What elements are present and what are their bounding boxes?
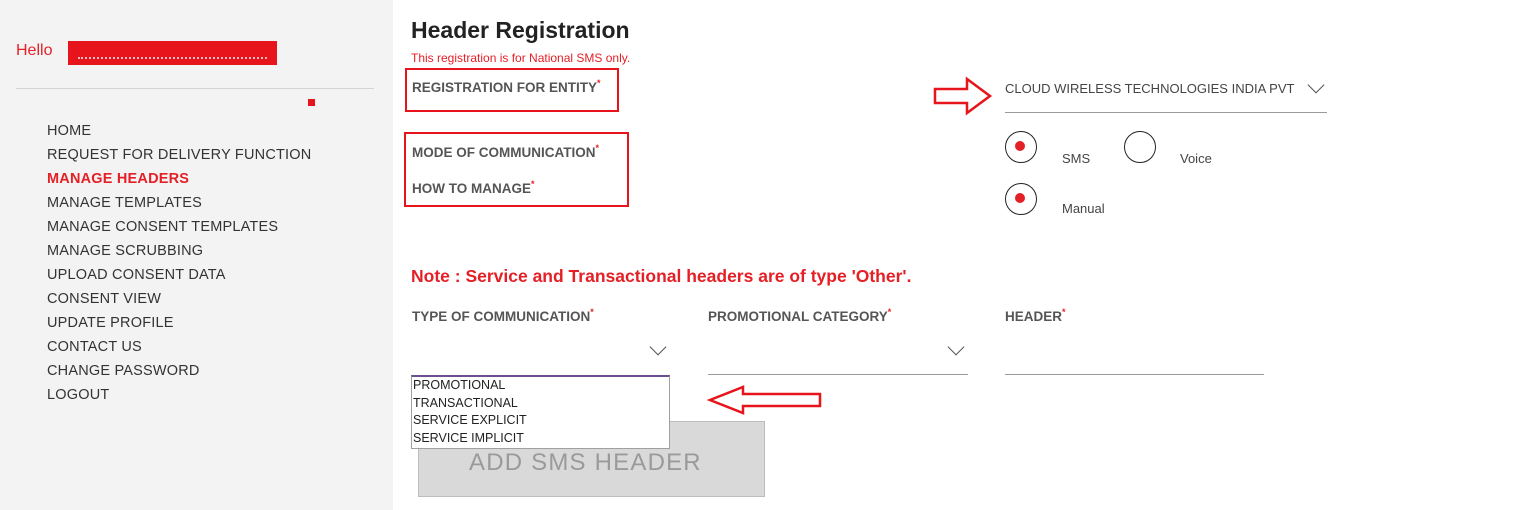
mode-label: MODE OF COMMUNICATION*: [412, 143, 599, 160]
mode-label-text: MODE OF COMMUNICATION: [412, 145, 596, 160]
required-mark: *: [531, 179, 535, 189]
greeting: Hello: [16, 42, 53, 59]
required-mark: *: [590, 307, 594, 317]
manage-label-text: HOW TO MANAGE: [412, 181, 531, 196]
sidebar-nav: HOME REQUEST FOR DELIVERY FUNCTION MANAG…: [47, 119, 311, 407]
sidebar: Hello HOME REQUEST FOR DELIVERY FUNCTION…: [0, 0, 393, 510]
promotional-category-select[interactable]: [708, 335, 968, 375]
type-of-communication-label: TYPE OF COMMUNICATION*: [412, 307, 594, 324]
promotional-category-label: PROMOTIONAL CATEGORY*: [708, 307, 892, 324]
notification-dot: [308, 99, 315, 106]
chevron-down-icon: [947, 338, 965, 356]
option-promotional[interactable]: PROMOTIONAL: [412, 377, 669, 395]
header-input[interactable]: [1005, 335, 1264, 375]
type-of-communication-options: PROMOTIONAL TRANSACTIONAL SERVICE EXPLIC…: [411, 375, 670, 449]
page: Hello HOME REQUEST FOR DELIVERY FUNCTION…: [0, 0, 1536, 510]
nav-item-manage-consent-templates[interactable]: MANAGE CONSENT TEMPLATES: [47, 215, 311, 239]
option-transactional[interactable]: TRANSACTIONAL: [412, 395, 669, 413]
nav-item-manage-headers[interactable]: MANAGE HEADERS: [47, 167, 311, 191]
promotional-category-label-text: PROMOTIONAL CATEGORY: [708, 309, 888, 324]
redacted-user-email: [68, 41, 277, 65]
arrow-right-icon: [933, 76, 993, 116]
entity-label-text: REGISTRATION FOR ENTITY: [412, 80, 597, 95]
nav-item-manage-scrubbing[interactable]: MANAGE SCRUBBING: [47, 239, 311, 263]
radio-voice[interactable]: [1124, 131, 1156, 163]
radio-manual[interactable]: [1005, 183, 1037, 215]
arrow-left-icon: [706, 385, 822, 415]
nav-item-change-password[interactable]: CHANGE PASSWORD: [47, 359, 311, 383]
note-text: Note : Service and Transactional headers…: [411, 266, 912, 286]
nav-item-manage-templates[interactable]: MANAGE TEMPLATES: [47, 191, 311, 215]
sidebar-divider: [16, 88, 374, 89]
entity-label: REGISTRATION FOR ENTITY*: [412, 78, 601, 95]
page-subtitle: This registration is for National SMS on…: [411, 51, 631, 65]
type-of-communication-select[interactable]: [411, 335, 670, 375]
required-mark: *: [1062, 307, 1066, 317]
nav-item-logout[interactable]: LOGOUT: [47, 383, 311, 407]
add-sms-header-label: ADD SMS HEADER: [469, 449, 702, 476]
entity-select[interactable]: CLOUD WIRELESS TECHNOLOGIES INDIA PVT LT…: [1005, 75, 1327, 113]
radio-sms[interactable]: [1005, 131, 1037, 163]
required-mark: *: [887, 307, 892, 317]
nav-item-request-delivery-function[interactable]: REQUEST FOR DELIVERY FUNCTION: [47, 143, 311, 167]
nav-item-contact-us[interactable]: CONTACT US: [47, 335, 311, 359]
type-of-communication-label-text: TYPE OF COMMUNICATION: [412, 309, 591, 324]
nav-item-consent-view[interactable]: CONSENT VIEW: [47, 287, 311, 311]
page-title: Header Registration: [411, 17, 630, 43]
entity-select-value: CLOUD WIRELESS TECHNOLOGIES INDIA PVT LT…: [1005, 81, 1295, 96]
nav-item-update-profile[interactable]: UPDATE PROFILE: [47, 311, 311, 335]
option-service-implicit[interactable]: SERVICE IMPLICIT: [412, 430, 669, 448]
chevron-down-icon: [649, 338, 667, 356]
nav-item-upload-consent-data[interactable]: UPLOAD CONSENT DATA: [47, 263, 311, 287]
required-mark: *: [597, 78, 601, 88]
radio-manual-label: Manual: [1062, 201, 1105, 216]
required-mark: *: [595, 143, 599, 153]
nav-item-home[interactable]: HOME: [47, 119, 311, 143]
header-label-text: HEADER: [1005, 309, 1063, 324]
radio-voice-label: Voice: [1180, 151, 1212, 166]
chevron-down-icon: [1307, 76, 1325, 94]
radio-sms-label: SMS: [1062, 151, 1091, 166]
header-label: HEADER*: [1005, 307, 1066, 324]
manage-label: HOW TO MANAGE*: [412, 179, 535, 196]
option-service-explicit[interactable]: SERVICE EXPLICIT: [412, 412, 669, 430]
